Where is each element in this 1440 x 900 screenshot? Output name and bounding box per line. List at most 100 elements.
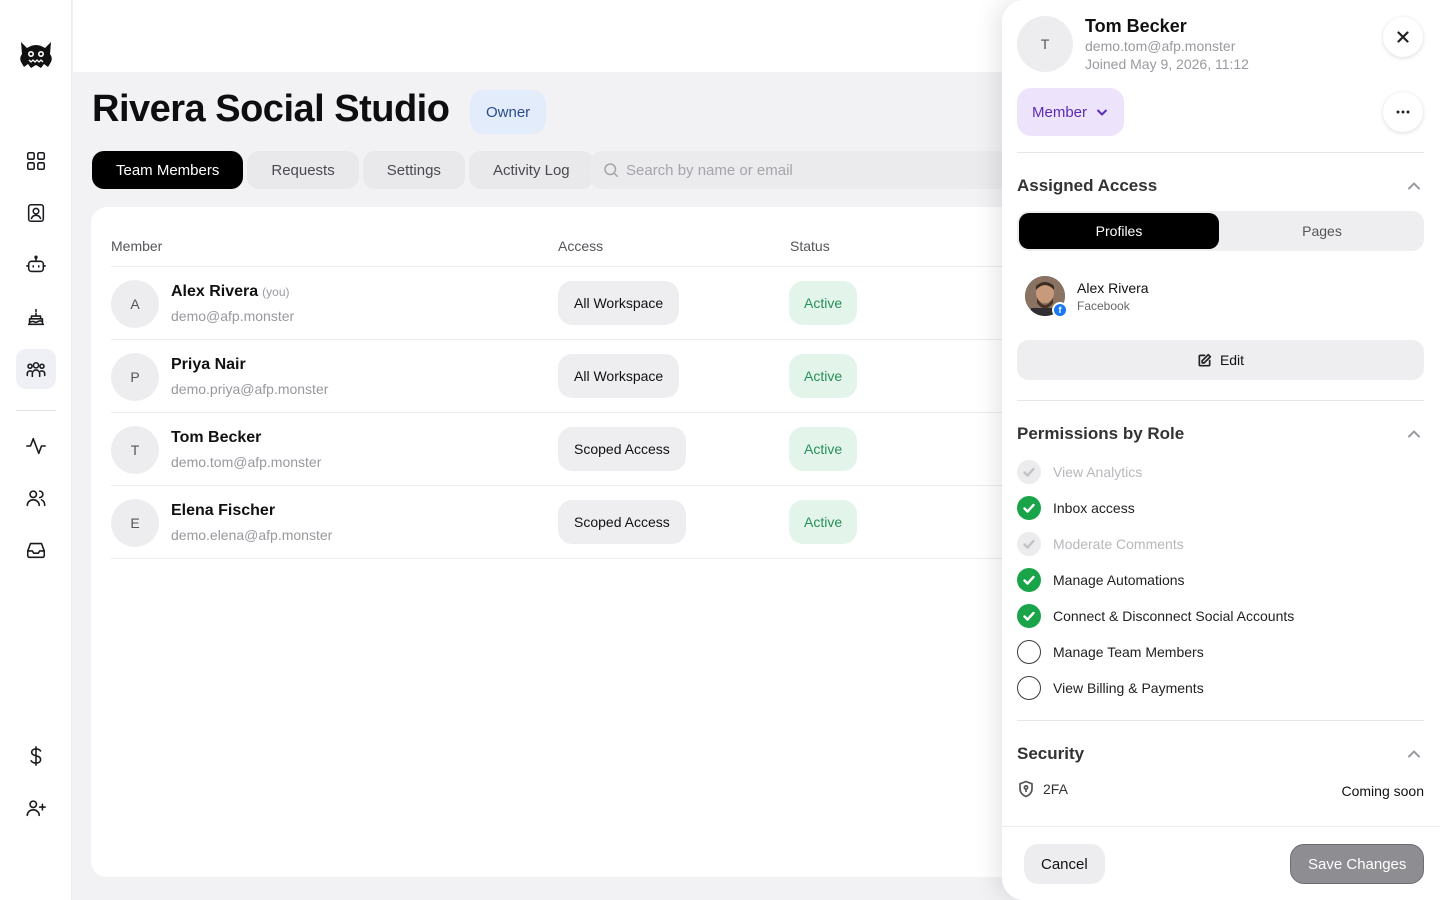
member-email: demo.priya@afp.monster <box>171 381 329 397</box>
save-changes-button[interactable]: Save Changes <box>1290 844 1425 884</box>
close-button[interactable] <box>1383 17 1423 57</box>
shield-icon <box>1019 780 1033 798</box>
divider <box>1017 720 1424 721</box>
member-email: demo.elena@afp.monster <box>171 527 333 543</box>
checkbox-unchecked-icon[interactable] <box>1017 640 1041 664</box>
panel-joined-date: Joined May 9, 2026, 11:12 <box>1085 56 1249 72</box>
sidebar <box>0 0 72 900</box>
status-badge: Active <box>789 281 858 325</box>
access-badge: Scoped Access <box>558 427 686 471</box>
avatar: P <box>111 353 159 401</box>
assigned-access-title: Assigned Access <box>1017 176 1158 195</box>
table-row[interactable]: P Priya Nair demo.priya@afp.monster All … <box>111 339 1011 412</box>
access-badge: All Workspace <box>558 354 680 398</box>
tab-team-members[interactable]: Team Members <box>92 151 244 189</box>
twofa-row: 2FA <box>1017 780 1068 798</box>
table-row[interactable]: T Tom Becker demo.tom@afp.monster Scoped… <box>111 412 1011 485</box>
chevron-up-icon[interactable] <box>1406 426 1422 442</box>
permission-label: View Billing & Payments <box>1053 680 1204 696</box>
search-input[interactable]: Search by name or email <box>590 151 1030 189</box>
monster-logo-icon[interactable] <box>17 34 55 72</box>
checkbox-checked-icon[interactable] <box>1017 496 1041 520</box>
avatar: E <box>111 499 159 547</box>
cancel-button[interactable]: Cancel <box>1024 844 1105 884</box>
twofa-label: 2FA <box>1043 781 1068 797</box>
add-user-icon[interactable] <box>16 788 56 828</box>
checkbox-disabled-icon <box>1017 460 1041 484</box>
checkbox-checked-icon[interactable] <box>1017 604 1041 628</box>
role-dropdown[interactable]: Member <box>1017 88 1125 136</box>
chevron-up-icon[interactable] <box>1406 746 1422 762</box>
member-email: demo@afp.monster <box>171 308 295 324</box>
search-placeholder: Search by name or email <box>626 161 793 179</box>
checkbox-unchecked-icon[interactable] <box>1017 676 1041 700</box>
inbox-icon[interactable] <box>16 530 56 570</box>
more-options-button[interactable] <box>1383 92 1423 132</box>
avatar: A <box>111 280 159 328</box>
divider <box>1017 400 1424 401</box>
avatar: T <box>1017 16 1073 72</box>
permission-moderate-comments: Moderate Comments <box>1017 532 1184 556</box>
member-name: Tom Becker <box>171 429 262 446</box>
owner-badge: Owner <box>470 90 547 134</box>
tab-settings[interactable]: Settings <box>362 151 465 189</box>
profile-network: Facebook <box>1077 299 1130 313</box>
tab-bar: Team Members Requests Settings Activity … <box>92 151 594 189</box>
checkbox-disabled-icon <box>1017 532 1041 556</box>
divider <box>1017 152 1424 153</box>
member-name: Priya Nair <box>171 356 246 373</box>
page-title: Rivera Social Studio <box>92 88 450 130</box>
bot-icon[interactable] <box>16 245 56 285</box>
tab-requests[interactable]: Requests <box>247 151 359 189</box>
permissions-title: Permissions by Role <box>1017 424 1185 443</box>
column-header-member: Member <box>111 238 163 254</box>
status-badge: Active <box>789 354 858 398</box>
facebook-icon: f <box>1052 302 1068 318</box>
team-icon[interactable] <box>16 349 56 389</box>
checkbox-checked-icon[interactable] <box>1017 568 1041 592</box>
permission-inbox-access[interactable]: Inbox access <box>1017 496 1135 520</box>
permission-label: Moderate Comments <box>1053 536 1184 552</box>
column-header-access: Access <box>558 238 604 254</box>
avatar: T <box>111 426 159 474</box>
access-badge: Scoped Access <box>558 500 686 544</box>
permission-label: Manage Team Members <box>1053 644 1204 660</box>
member-name: Elena Fischer <box>171 502 276 519</box>
permission-manage-automations[interactable]: Manage Automations <box>1017 568 1185 592</box>
table-row[interactable]: A Alex Rivera (you) demo@afp.monster All … <box>111 266 1011 339</box>
close-icon <box>1397 31 1409 43</box>
table-divider <box>111 558 1011 559</box>
sidebar-divider <box>16 410 56 411</box>
more-icon <box>1396 110 1410 114</box>
member-name: Alex Rivera <box>171 283 259 300</box>
permission-connect-social-accounts[interactable]: Connect & Disconnect Social Accounts <box>1017 604 1294 628</box>
edit-label: Edit <box>1219 352 1245 368</box>
contact-card-icon[interactable] <box>16 193 56 233</box>
search-icon <box>604 163 619 178</box>
table-row[interactable]: E Elena Fischer demo.elena@afp.monster S… <box>111 485 1011 558</box>
member-email: demo.tom@afp.monster <box>171 454 322 470</box>
panel-footer: Cancel Save Changes <box>1002 826 1440 900</box>
panel-member-name: Tom Becker <box>1085 16 1187 36</box>
permission-label: Connect & Disconnect Social Accounts <box>1053 608 1295 624</box>
permission-manage-team-members[interactable]: Manage Team Members <box>1017 640 1204 664</box>
member-detail-panel: T Tom Becker demo.tom@afp.monster Joined… <box>1002 0 1440 900</box>
access-type-toggle: Profiles Pages <box>1017 211 1424 251</box>
dollar-icon[interactable] <box>16 736 56 776</box>
twofa-status: Coming soon <box>1341 783 1425 799</box>
chevron-up-icon[interactable] <box>1406 178 1422 194</box>
edit-button[interactable]: Edit <box>1017 340 1424 380</box>
dashboard-grid-icon[interactable] <box>16 141 56 181</box>
permission-view-analytics: View Analytics <box>1017 460 1142 484</box>
segment-pages[interactable]: Pages <box>1222 213 1422 249</box>
users-icon[interactable] <box>16 478 56 518</box>
status-badge: Active <box>789 500 858 544</box>
cake-icon[interactable] <box>16 297 56 337</box>
access-badge: All Workspace <box>558 281 680 325</box>
activity-icon[interactable] <box>16 426 56 466</box>
permission-label: View Analytics <box>1053 464 1143 480</box>
permission-view-billing[interactable]: View Billing & Payments <box>1017 676 1204 700</box>
edit-icon <box>1198 353 1212 366</box>
segment-profiles[interactable]: Profiles <box>1019 213 1219 249</box>
tab-activity-log[interactable]: Activity Log <box>468 151 594 189</box>
